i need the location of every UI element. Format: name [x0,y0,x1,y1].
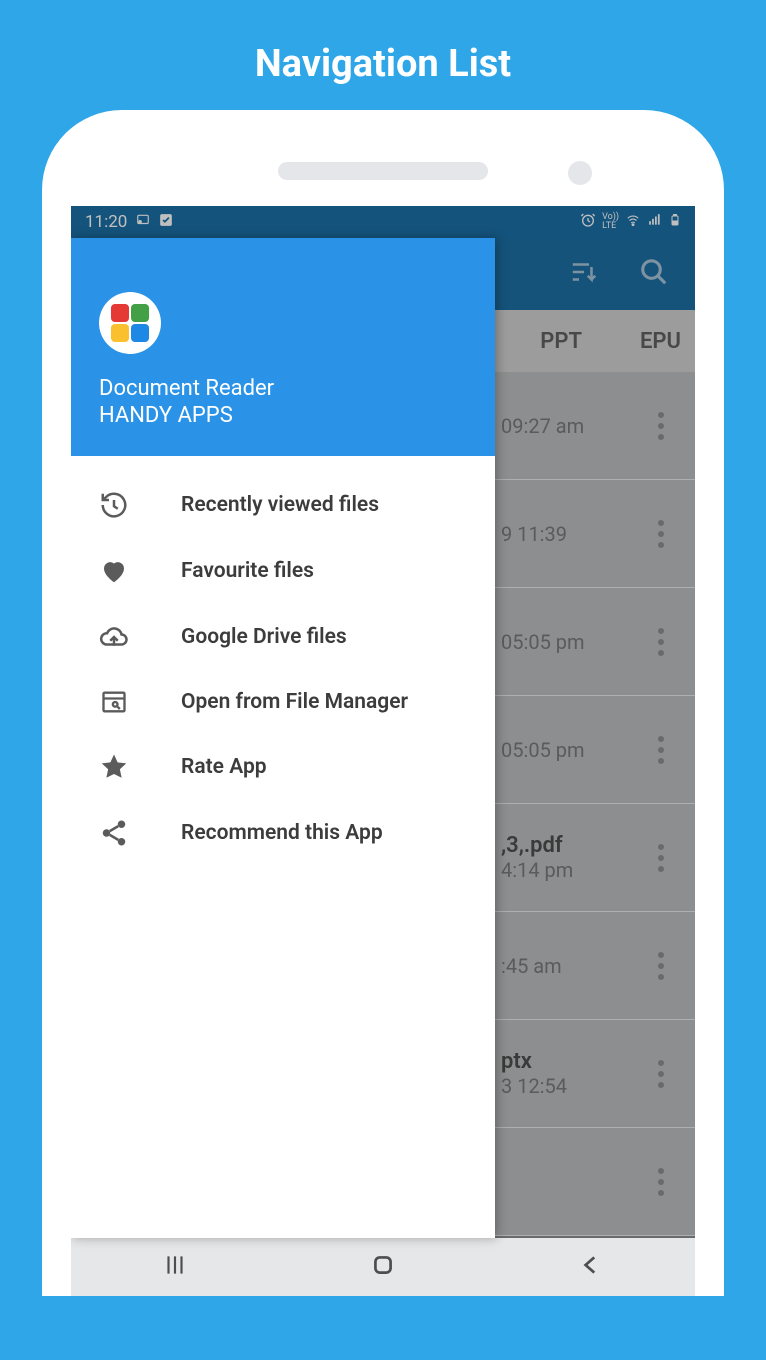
nav-item-label: Rate App [181,755,267,779]
file-meta: 4:14 pm [501,858,573,882]
cloud-upload-icon [97,622,131,652]
file-meta: 05:05 pm [501,630,585,654]
tab-ppt[interactable]: PPT [540,329,582,354]
more-icon[interactable] [649,1060,673,1088]
more-icon[interactable] [649,736,673,764]
more-icon[interactable] [649,844,673,872]
star-icon [97,752,131,782]
file-title: ,3,.pdf [501,833,573,858]
drawer-items: Recently viewed files Favourite files Go… [71,456,495,866]
more-icon[interactable] [649,628,673,656]
battery-icon [669,212,681,233]
nav-item-label: Recently viewed files [181,493,379,517]
navigation-drawer: Document Reader HANDY APPS Recently view… [71,238,495,1238]
wifi-icon [625,212,641,232]
checkbox-icon [159,212,173,232]
logo-cell [111,304,129,322]
nav-rate-app[interactable]: Rate App [71,734,495,800]
status-bar: 11:20 Vo))LTE [71,206,695,238]
home-button[interactable] [370,1252,396,1282]
search-icon[interactable] [639,257,669,291]
signal-icon [647,212,663,232]
phone-frame: 11:20 Vo))LTE [42,110,724,1296]
window-icon [97,688,131,716]
nav-item-label: Google Drive files [181,625,347,649]
nav-recommend-app[interactable]: Recommend this App [71,800,495,866]
front-camera [568,161,592,185]
nav-favourite-files[interactable]: Favourite files [71,538,495,604]
heart-icon [97,556,131,586]
alarm-icon [580,212,596,233]
status-left: 11:20 [85,212,173,232]
speaker-grill [278,162,488,180]
sort-icon[interactable] [569,257,599,291]
app-logo-icon [99,292,161,354]
file-meta: :45 am [501,954,562,978]
nav-item-label: Open from File Manager [181,690,408,714]
volte-icon: Vo))LTE [602,213,619,231]
file-meta: 9 11:39 [501,522,567,546]
nav-recently-viewed[interactable]: Recently viewed files [71,472,495,538]
drawer-app-name: Document Reader [99,376,467,401]
file-meta: 05:05 pm [501,738,585,762]
nav-file-manager[interactable]: Open from File Manager [71,670,495,734]
drawer-header: Document Reader HANDY APPS [71,238,495,456]
drawer-publisher: HANDY APPS [99,403,467,428]
logo-cell [131,324,149,342]
nav-item-label: Recommend this App [181,821,383,845]
page-title: Navigation List [0,0,766,86]
more-icon[interactable] [649,520,673,548]
file-meta: 3 12:54 [501,1074,567,1098]
history-icon [97,490,131,520]
back-button[interactable] [578,1252,604,1282]
file-title: ptx [501,1049,567,1074]
status-time: 11:20 [85,212,127,232]
screen: 11:20 Vo))LTE [71,206,695,1296]
tab-epub[interactable]: EPU [640,329,681,354]
nav-item-label: Favourite files [181,559,314,583]
nav-google-drive[interactable]: Google Drive files [71,604,495,670]
share-icon [97,818,131,848]
more-icon[interactable] [649,952,673,980]
more-icon[interactable] [649,1168,673,1196]
logo-cell [131,304,149,322]
file-meta: 09:27 am [501,414,584,438]
cast-icon [135,212,151,232]
android-nav-bar [71,1238,695,1296]
phone-notch [68,136,698,206]
logo-cell [111,324,129,342]
recents-button[interactable] [162,1252,188,1282]
more-icon[interactable] [649,412,673,440]
status-right: Vo))LTE [580,212,681,233]
